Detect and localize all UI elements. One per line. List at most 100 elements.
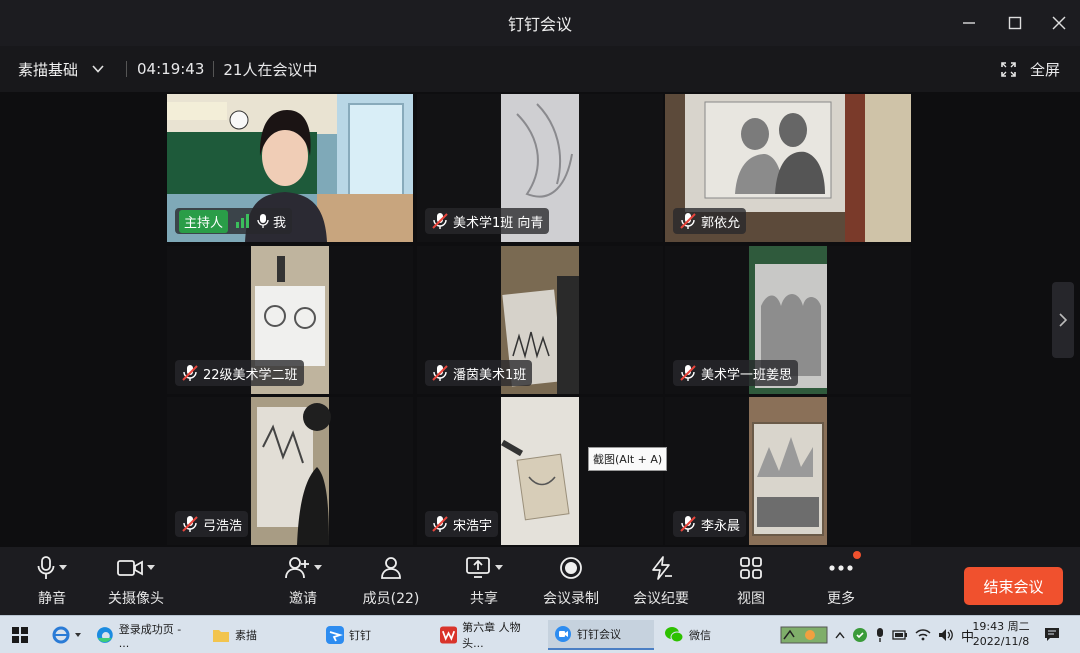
video-tile[interactable]: 主持人 我 <box>167 94 413 242</box>
security-shield-icon[interactable] <box>852 627 868 643</box>
camera-label: 关摄像头 <box>108 590 164 607</box>
next-page-button[interactable] <box>1052 282 1074 358</box>
participant-name: 我 <box>273 215 287 231</box>
meeting-toolbar: 静音 关摄像头 邀请 成员(22) 共享 会议录制 会议纪要 视图 更多 结束会… <box>0 547 1080 615</box>
minimize-icon[interactable] <box>946 0 992 46</box>
microphone-muted-icon <box>432 213 448 229</box>
camera-off-button[interactable]: 关摄像头 <box>96 547 176 615</box>
caret-down-icon[interactable] <box>495 564 503 571</box>
maximize-icon[interactable] <box>992 0 1038 46</box>
microphone-muted-icon <box>680 365 696 381</box>
edge-browser-icon <box>96 627 113 643</box>
caret-down-icon[interactable] <box>59 564 67 571</box>
taskbar-item-label: 微信 <box>689 629 711 642</box>
caret-down-icon[interactable] <box>147 564 155 571</box>
ie-taskbar-button[interactable] <box>46 620 87 650</box>
video-tile[interactable]: 郭依允 <box>665 94 911 242</box>
taskbar-item-label: 钉钉 <box>349 629 371 642</box>
more-icon <box>829 564 853 571</box>
divider <box>126 61 128 77</box>
video-tile[interactable]: 22级美术学二班 <box>167 246 413 394</box>
close-icon[interactable] <box>1036 0 1080 46</box>
wps-writer-icon <box>440 626 458 644</box>
microphone-icon <box>257 214 269 228</box>
end-meeting-button[interactable]: 结束会议 <box>964 567 1063 605</box>
battery-icon[interactable] <box>892 629 908 641</box>
user-icon <box>381 556 401 579</box>
video-tile[interactable]: 美术学一班姜思 <box>665 246 911 394</box>
screen-share-icon <box>466 556 490 578</box>
system-clock[interactable]: 19:43 周二 2022/11/8 <box>970 619 1032 649</box>
wifi-icon[interactable] <box>915 628 931 642</box>
chevron-up-icon[interactable] <box>835 631 845 639</box>
participant-nameplate: 弓浩浩 <box>175 511 249 537</box>
notification-center-button[interactable] <box>1038 620 1066 650</box>
view-label: 视图 <box>737 590 765 607</box>
dingtalk-icon <box>326 626 344 644</box>
participant-name: 李永晨 <box>701 518 741 534</box>
fullscreen-button[interactable]: 全屏 <box>1001 46 1060 92</box>
signal-strength-icon <box>236 214 250 228</box>
game-tray-icon[interactable] <box>780 625 828 645</box>
invite-button[interactable]: 邀请 <box>263 547 343 615</box>
members-label: 成员(22) <box>362 590 420 607</box>
volume-icon[interactable] <box>938 628 954 642</box>
chevron-down-icon[interactable] <box>92 63 104 75</box>
participant-name: 美术学1班 向青 <box>453 215 544 231</box>
video-grid: 主持人 我 美术学1班 向青 郭依允 22级美术学二班 潘茵美术1班 美术学一班… <box>167 94 913 545</box>
grid-view-icon <box>740 556 762 579</box>
video-tile[interactable]: 美术学1班 向青 <box>417 94 663 242</box>
members-button[interactable]: 成员(22) <box>351 547 431 615</box>
taskbar-item-label: 素描 <box>235 629 257 642</box>
mute-button[interactable]: 静音 <box>12 547 92 615</box>
internet-explorer-icon <box>52 626 70 644</box>
taskbar-item-label: 登录成功页 - ... <box>118 622 182 650</box>
notification-dot <box>853 550 861 559</box>
taskbar-item-edge[interactable]: 登录成功页 - ... <box>90 620 200 650</box>
fullscreen-label: 全屏 <box>1029 60 1060 79</box>
share-button[interactable]: 共享 <box>444 547 524 615</box>
more-button[interactable]: 更多 <box>801 547 881 615</box>
taskbar-item-dingtalk-meeting[interactable]: 钉钉会议 <box>548 620 654 650</box>
participant-name: 郭依允 <box>701 215 741 231</box>
video-tile[interactable]: 潘茵美术1班 <box>417 246 663 394</box>
microphone-muted-icon <box>182 365 198 381</box>
microphone-muted-icon <box>432 365 448 381</box>
mute-label: 静音 <box>38 590 66 607</box>
chevron-right-icon <box>1059 313 1068 327</box>
minutes-button[interactable]: 会议纪要 <box>621 547 701 615</box>
share-label: 共享 <box>470 590 498 607</box>
host-badge: 主持人 <box>179 209 229 233</box>
video-tile[interactable]: 宋浩宇 <box>417 397 663 545</box>
dingtalk-meeting-window: 钉钉会议 素描基础 04:19:43 21人在会议中 全屏 主持人 我 美术学1… <box>0 0 1080 653</box>
participant-name: 宋浩宇 <box>453 518 493 534</box>
more-label: 更多 <box>827 590 855 607</box>
participant-nameplate: 李永晨 <box>673 511 747 537</box>
participant-nameplate: 主持人 我 <box>175 208 293 234</box>
screenshot-tooltip: 截图(Alt + A) <box>588 447 668 471</box>
microphone-tray-icon[interactable] <box>875 627 885 643</box>
meeting-name[interactable]: 素描基础 <box>18 59 78 80</box>
record-icon <box>560 556 582 579</box>
wechat-icon <box>665 627 684 643</box>
taskbar-item-wps[interactable]: 第六章 人物头... <box>434 620 544 650</box>
windows-logo-icon <box>12 627 28 643</box>
invite-label: 邀请 <box>289 590 317 607</box>
view-button[interactable]: 视图 <box>711 547 791 615</box>
taskbar-item-dingtalk[interactable]: 钉钉 <box>320 620 430 650</box>
notification-icon <box>1045 628 1059 641</box>
folder-icon <box>213 630 229 642</box>
taskbar-item-label: 第六章 人物头... <box>462 621 521 650</box>
start-button[interactable] <box>6 620 34 650</box>
taskbar-item-wechat[interactable]: 微信 <box>658 620 768 650</box>
video-tile[interactable]: 弓浩浩 <box>167 397 413 545</box>
caret-down-icon[interactable] <box>314 564 322 571</box>
participant-name: 弓浩浩 <box>203 518 243 534</box>
video-stage: 主持人 我 美术学1班 向青 郭依允 22级美术学二班 潘茵美术1班 美术学一班… <box>0 92 1080 547</box>
title-bar: 钉钉会议 <box>0 0 1080 46</box>
participant-name: 潘茵美术1班 <box>453 367 527 383</box>
taskbar-item-folder[interactable]: 素描 <box>206 620 316 650</box>
record-button[interactable]: 会议录制 <box>531 547 611 615</box>
microphone-muted-icon <box>680 516 696 532</box>
video-tile[interactable]: 李永晨 <box>665 397 911 545</box>
